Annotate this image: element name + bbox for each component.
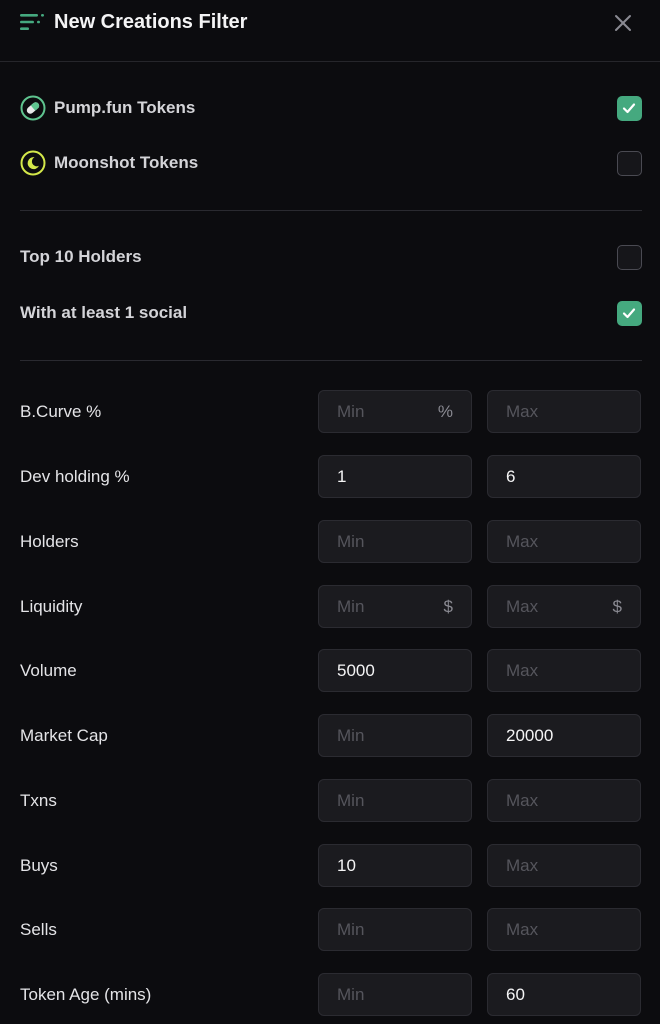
filter-label: B.Curve %: [20, 402, 102, 421]
dev-holding-max-field[interactable]: [487, 455, 641, 498]
dollar-unit: $: [443, 597, 453, 616]
dev-holding-min-input[interactable]: [319, 456, 471, 497]
filter-row-buys: Buys: [20, 844, 642, 888]
holders-max-input[interactable]: [488, 521, 640, 562]
moonshot-label: Moonshot Tokens: [54, 153, 199, 172]
pump-fun-row[interactable]: Pump.fun Tokens: [20, 90, 642, 126]
holders-min-field[interactable]: [318, 520, 472, 563]
dollar-unit: $: [612, 597, 622, 616]
social-checkbox[interactable]: [617, 301, 642, 326]
top-10-holders-row[interactable]: Top 10 Holders: [20, 239, 642, 275]
market-cap-min-input[interactable]: [319, 715, 471, 756]
filter-row-holders: Holders: [20, 520, 642, 564]
top-10-holders-label: Top 10 Holders: [20, 247, 142, 266]
volume-min-field[interactable]: [318, 649, 472, 692]
moonshot-checkbox[interactable]: [617, 151, 642, 176]
token-age-max-input[interactable]: [488, 974, 640, 1015]
buys-min-input[interactable]: [319, 845, 471, 886]
filter-row-market-cap: Market Cap: [20, 714, 642, 758]
filter-row-sells: Sells: [20, 908, 642, 952]
bcurve-max-field[interactable]: [487, 390, 641, 433]
filter-row-token-age: Token Age (mins): [20, 973, 642, 1017]
buys-max-input[interactable]: [488, 845, 640, 886]
holders-max-field[interactable]: [487, 520, 641, 563]
holders-min-input[interactable]: [319, 521, 471, 562]
liquidity-max-field[interactable]: $: [487, 585, 641, 628]
filter-row-txns: Txns: [20, 779, 642, 823]
bcurve-max-input[interactable]: [488, 391, 640, 432]
market-cap-max-field[interactable]: [487, 714, 641, 757]
sells-min-field[interactable]: [318, 908, 472, 951]
filter-label: Txns: [20, 791, 57, 810]
filter-label: Liquidity: [20, 597, 83, 616]
buys-max-field[interactable]: [487, 844, 641, 887]
filter-label: Market Cap: [20, 726, 108, 745]
checkmark-icon: [622, 308, 636, 319]
sells-max-input[interactable]: [488, 909, 640, 950]
percent-unit: %: [437, 402, 453, 421]
checkmark-icon: [622, 103, 636, 114]
top-10-holders-checkbox[interactable]: [617, 245, 642, 270]
section-divider: [20, 360, 642, 361]
volume-min-input[interactable]: [319, 650, 471, 691]
filter-label: Holders: [20, 532, 79, 551]
pump-fun-label: Pump.fun Tokens: [54, 98, 196, 117]
close-icon[interactable]: [612, 12, 634, 34]
txns-min-field[interactable]: [318, 779, 472, 822]
market-cap-max-input[interactable]: [488, 715, 640, 756]
section-divider: [20, 210, 642, 211]
filter-label: Dev holding %: [20, 467, 130, 486]
filter-row-volume: Volume: [20, 649, 642, 693]
bcurve-min-field[interactable]: %: [318, 390, 472, 433]
filter-row-dev-holding: Dev holding %: [20, 455, 642, 499]
pill-icon: [20, 95, 46, 121]
filter-lines-icon: [20, 14, 44, 30]
pump-fun-checkbox[interactable]: [617, 96, 642, 121]
filter-header: New Creations Filter: [0, 0, 660, 62]
txns-max-input[interactable]: [488, 780, 640, 821]
social-label: With at least 1 social: [20, 303, 188, 322]
dev-holding-min-field[interactable]: [318, 455, 472, 498]
market-cap-min-field[interactable]: [318, 714, 472, 757]
txns-max-field[interactable]: [487, 779, 641, 822]
dev-holding-max-input[interactable]: [488, 456, 640, 497]
token-age-min-input[interactable]: [319, 974, 471, 1015]
buys-min-field[interactable]: [318, 844, 472, 887]
sells-min-input[interactable]: [319, 909, 471, 950]
moonshot-row[interactable]: Moonshot Tokens: [20, 145, 642, 181]
filter-label: Token Age (mins): [20, 985, 152, 1004]
txns-min-input[interactable]: [319, 780, 471, 821]
filter-label: Buys: [20, 856, 58, 875]
token-age-max-field[interactable]: [487, 973, 641, 1016]
moon-icon: [20, 150, 46, 176]
volume-max-field[interactable]: [487, 649, 641, 692]
filter-label: Volume: [20, 661, 77, 680]
modal-title: New Creations Filter: [54, 11, 248, 33]
social-row[interactable]: With at least 1 social: [20, 295, 642, 331]
liquidity-min-field[interactable]: $: [318, 585, 472, 628]
sells-max-field[interactable]: [487, 908, 641, 951]
volume-max-input[interactable]: [488, 650, 640, 691]
filter-row-liquidity: Liquidity $ $: [20, 585, 642, 629]
token-age-min-field[interactable]: [318, 973, 472, 1016]
filter-row-bcurve: B.Curve % %: [20, 390, 642, 434]
filter-label: Sells: [20, 920, 57, 939]
